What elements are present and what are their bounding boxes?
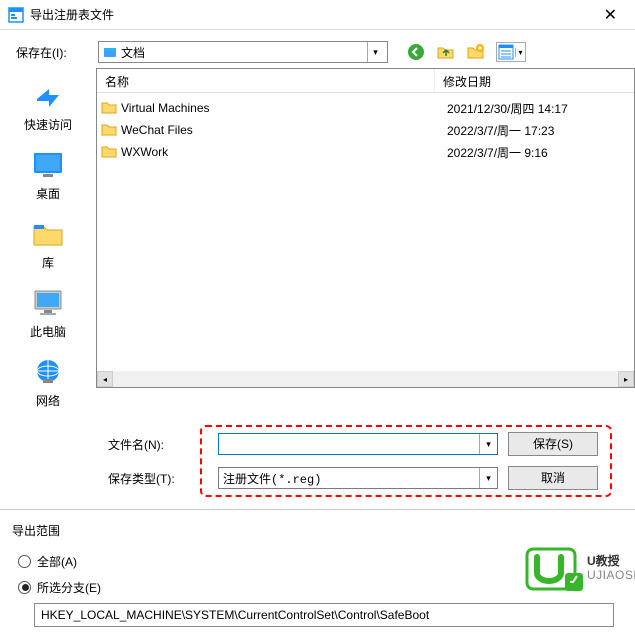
sidebar-item-label: 库 — [42, 254, 54, 271]
desktop-icon — [30, 147, 66, 183]
filetype-combo[interactable]: 注册文件(*.reg) ▾ — [218, 467, 498, 489]
folder-icon — [101, 100, 117, 116]
radio-all[interactable]: 全部(A) — [18, 551, 617, 571]
chevron-down-icon[interactable]: ▾ — [367, 42, 383, 62]
file-list[interactable]: 名称 修改日期 Virtual Machines 2021/12/30/周四 14… — [96, 68, 635, 388]
sidebar-item-label: 此电脑 — [30, 323, 66, 340]
scroll-left-arrow[interactable]: ◂ — [97, 371, 113, 387]
chevron-down-icon[interactable]: ▾ — [515, 48, 525, 57]
sidebar-item-libraries[interactable]: 库 — [8, 216, 88, 271]
branch-path-input[interactable]: HKEY_LOCAL_MACHINE\SYSTEM\CurrentControl… — [34, 603, 614, 627]
export-scope-group: 导出范围 全部(A) 所选分支(E) HKEY_LOCAL_MACHINE\SY… — [0, 514, 635, 635]
file-date: 2022/3/7/周一 9:16 — [439, 144, 630, 161]
column-header-name[interactable]: 名称 — [97, 69, 435, 92]
save-button[interactable]: 保存(S) — [508, 432, 598, 456]
sidebar-item-label: 网络 — [36, 392, 60, 409]
file-date: 2022/3/7/周一 17:23 — [439, 122, 630, 139]
quick-access-icon — [30, 78, 66, 114]
filetype-label: 保存类型(T): — [108, 470, 208, 487]
back-button[interactable] — [406, 42, 426, 62]
folder-icon — [101, 122, 117, 138]
file-row[interactable]: WXWork 2022/3/7/周一 9:16 — [97, 141, 634, 163]
this-pc-icon — [30, 285, 66, 321]
libraries-icon — [30, 216, 66, 252]
sidebar-item-label: 桌面 — [36, 185, 60, 202]
new-folder-button[interactable] — [466, 42, 486, 62]
chevron-down-icon[interactable]: ▾ — [479, 434, 497, 454]
sidebar-item-desktop[interactable]: 桌面 — [8, 147, 88, 202]
radio-icon — [18, 555, 31, 568]
chevron-down-icon[interactable]: ▾ — [479, 468, 497, 488]
sidebar-item-quick-access[interactable]: 快速访问 — [8, 78, 88, 133]
places-bar: 快速访问 桌面 库 此电脑 网络 — [0, 68, 96, 419]
radio-icon — [18, 581, 31, 594]
radio-branch-label: 所选分支(E) — [37, 579, 101, 596]
views-menu-button[interactable]: ▾ — [496, 42, 526, 62]
column-header-date[interactable]: 修改日期 — [435, 69, 634, 92]
save-in-label: 保存在(I): — [16, 44, 92, 61]
folder-icon — [101, 144, 117, 160]
window-title: 导出注册表文件 — [30, 6, 114, 23]
title-bar: 导出注册表文件 ✕ — [0, 0, 635, 30]
filetype-value: 注册文件(*.reg) — [223, 470, 321, 487]
sidebar-item-network[interactable]: 网络 — [8, 354, 88, 409]
horizontal-scrollbar[interactable]: ◂ ▸ — [97, 371, 634, 387]
network-icon — [30, 354, 66, 390]
export-scope-legend: 导出范围 — [12, 522, 623, 539]
file-row[interactable]: Virtual Machines 2021/12/30/周四 14:17 — [97, 97, 634, 119]
views-icon — [497, 43, 515, 61]
scroll-right-arrow[interactable]: ▸ — [618, 371, 634, 387]
file-date: 2021/12/30/周四 14:17 — [439, 100, 630, 117]
up-one-level-button[interactable] — [436, 42, 456, 62]
filename-input[interactable]: ▾ — [218, 433, 498, 455]
save-in-combo[interactable]: 文档 ▾ — [98, 41, 388, 63]
file-name: WXWork — [121, 145, 168, 159]
cancel-button[interactable]: 取消 — [508, 466, 598, 490]
save-in-value: 文档 — [121, 44, 363, 61]
documents-icon — [103, 45, 117, 59]
file-row[interactable]: WeChat Files 2022/3/7/周一 17:23 — [97, 119, 634, 141]
radio-branch[interactable]: 所选分支(E) — [18, 577, 617, 597]
close-button[interactable]: ✕ — [594, 3, 627, 27]
regedit-icon — [8, 7, 24, 23]
file-name: Virtual Machines — [121, 101, 210, 115]
sidebar-item-this-pc[interactable]: 此电脑 — [8, 285, 88, 340]
sidebar-item-label: 快速访问 — [24, 116, 72, 133]
radio-all-label: 全部(A) — [37, 553, 77, 570]
filename-label: 文件名(N): — [108, 436, 208, 453]
file-name: WeChat Files — [121, 123, 193, 137]
